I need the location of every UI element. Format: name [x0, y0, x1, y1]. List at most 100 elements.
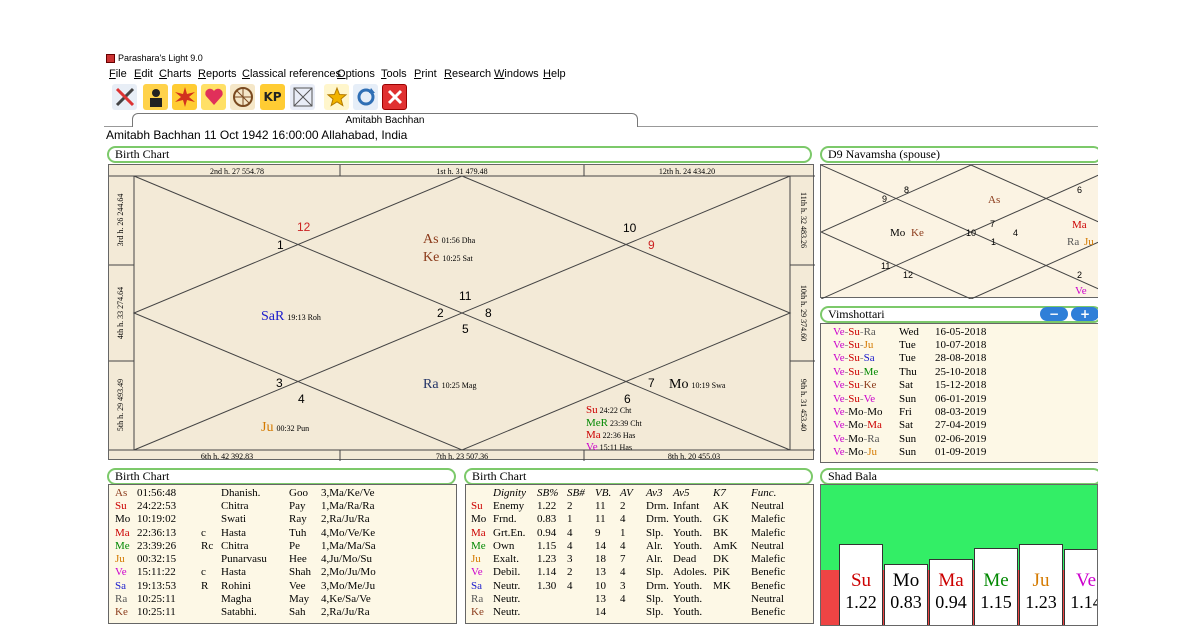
- dasha-lord: Ve: [833, 406, 845, 419]
- dasha-lord: Mo: [848, 419, 864, 432]
- sign-number: 7: [648, 376, 655, 390]
- grid-chart-icon[interactable]: [290, 84, 315, 110]
- menu-options[interactable]: Options: [337, 68, 375, 80]
- table-cell: Rohini: [221, 579, 251, 592]
- table-cell: AV: [620, 486, 633, 499]
- table-cell: Pay: [289, 499, 306, 512]
- dasha-lords: Ve-Su-Ke: [833, 379, 899, 392]
- sign-number: 6: [624, 392, 631, 406]
- dasha-row[interactable]: Ve-Su-Ve Sun 06-01-2019: [833, 392, 1015, 405]
- position-row[interactable]: Sa 19:13:53 R Rohini Vee 3,Mo/Me/Ju: [115, 579, 411, 592]
- table-cell: Drm.: [646, 499, 669, 512]
- nav-sign-number: 4: [1013, 228, 1018, 238]
- close-icon[interactable]: [382, 84, 407, 110]
- dignity-row[interactable]: Me Own 1.15 4 14 4 Alr. Youth. AmK Neutral: [471, 539, 791, 552]
- table-cell: 14: [595, 539, 606, 552]
- table-cell: Malefic: [751, 526, 786, 539]
- position-row[interactable]: Ra 10:25:11 Magha May 4,Ke/Sa/Ve: [115, 592, 411, 605]
- dasha-row[interactable]: Ve-Su-Ke Sat 15-12-2018: [833, 379, 1015, 392]
- vimshottari-header: Vimshottari − +: [820, 306, 1098, 323]
- table-cell: 4,Ju/Mo/Su: [321, 553, 373, 566]
- position-row[interactable]: Ke 10:25:11 Satabhi. Sah 2,Ra/Ju/Ra: [115, 606, 411, 619]
- dignity-row[interactable]: Su Enemy 1.22 2 11 2 Drm. Infant AK Neutral: [471, 499, 791, 512]
- planet-ma: Ma 22:36 Has: [586, 429, 635, 441]
- position-row[interactable]: Su 24:22:53 Chitra Pay 1,Ma/Ra/Ra: [115, 499, 411, 512]
- table-cell: 3,Mo/Me/Ju: [321, 579, 376, 592]
- dignity-row[interactable]: Ju Exalt. 1.23 3 18 7 Alr. Dead DK Malefic: [471, 552, 791, 565]
- table-cell: Chitra: [221, 499, 249, 512]
- position-row[interactable]: Ve 15:11:22 c Hasta Shah 2,Mo/Ju/Mo: [115, 566, 411, 579]
- position-row[interactable]: As 01:56:48 Dhanish. Goo 3,Ma/Ke/Ve: [115, 486, 411, 499]
- menu-research[interactable]: Research: [444, 68, 491, 80]
- nav-sign-number: 8: [904, 185, 909, 195]
- table-cell: GK: [713, 513, 729, 526]
- menu-charts[interactable]: Charts: [159, 68, 191, 80]
- menu-print[interactable]: Print: [414, 68, 437, 80]
- app-icon: [106, 54, 115, 63]
- table-cell: MK: [713, 579, 731, 592]
- dasha-row[interactable]: Ve-Su-Me Thu 25-10-2018: [833, 365, 1015, 378]
- tab-amitabh-bachhan[interactable]: Amitabh Bachhan: [132, 113, 638, 127]
- dasha-lord: Mo: [867, 406, 883, 419]
- position-row[interactable]: Ma 22:36:13 c Hasta Tuh 4,Mo/Ve/Ke: [115, 526, 411, 539]
- menu-classical-references[interactable]: Classical references: [242, 68, 341, 80]
- dasha-row[interactable]: Ve-Mo-Ma Sat 27-04-2019: [833, 419, 1015, 432]
- tools-icon[interactable]: [112, 84, 137, 110]
- table-cell: Ra: [471, 593, 484, 606]
- table-cell: 4: [567, 539, 573, 552]
- table-cell: c: [201, 526, 206, 539]
- dignity-row[interactable]: Sa Neutr. 1.30 4 10 3 Drm. Youth. MK Benefic: [471, 579, 791, 592]
- position-row[interactable]: Mo 10:19:02 Swati Ray 2,Ra/Ju/Ra: [115, 513, 411, 526]
- dasha-row[interactable]: Ve-Su-Sa Tue 28-08-2018: [833, 352, 1015, 365]
- dignity-table: Dignity SB% SB# VB. AV Av3 Av5 K7 Func. Su Enemy 1.…: [471, 486, 791, 619]
- menu-reports[interactable]: Reports: [198, 68, 237, 80]
- wheel-chart-icon[interactable]: [230, 84, 255, 110]
- dasha-lord: Sa: [863, 352, 875, 365]
- table-cell: 10: [595, 579, 606, 592]
- birth-chart-panel: 2nd h. 27 554.78 1st h. 31 479.48 12th h…: [108, 164, 815, 461]
- vimshottari-title: Vimshottari: [828, 307, 885, 321]
- dignity-row[interactable]: Mo Frnd. 0.83 1 11 4 Drm. Youth. GK Malefic: [471, 513, 791, 526]
- expand-button[interactable]: +: [1071, 307, 1098, 321]
- table-cell: [567, 606, 595, 619]
- table-cell: Sa: [115, 579, 126, 592]
- dasha-lord: Mo: [848, 432, 864, 445]
- table-cell: 28-08-2018: [935, 352, 987, 365]
- table-cell: Exalt.: [493, 553, 519, 566]
- menu-tools[interactable]: Tools: [381, 68, 407, 80]
- shadbala-bar-name: Su: [850, 569, 872, 591]
- table-cell: Enemy: [493, 499, 525, 512]
- dignity-row[interactable]: Ma Grt.En. 0.94 4 9 1 Slp. Youth. BK Malefic: [471, 526, 791, 539]
- star-icon[interactable]: [324, 84, 349, 110]
- shadbala-bar-ju: Ju 1.23: [1019, 543, 1063, 625]
- person-icon[interactable]: [143, 84, 168, 110]
- refresh-icon[interactable]: [353, 84, 378, 110]
- dasha-row[interactable]: Ve-Mo-Ju Sun 01-09-2019: [833, 446, 1015, 459]
- dasha-row[interactable]: Ve-Mo-Ra Sun 02-06-2019: [833, 432, 1015, 445]
- menu-help[interactable]: Help: [543, 68, 566, 80]
- table-cell: 1,Ma/Ra/Ra: [321, 499, 375, 512]
- dignity-row[interactable]: Ve Debil. 1.14 2 13 4 Slp. Adoles. PiK Benefic: [471, 566, 791, 579]
- planet-sa: SaR 19:13 Roh: [261, 309, 321, 324]
- menu-edit[interactable]: Edit: [134, 68, 153, 80]
- table-cell: Youth.: [673, 513, 703, 526]
- position-row[interactable]: Ju 00:32:15 Punarvasu Hee 4,Ju/Mo/Su: [115, 552, 411, 565]
- position-row[interactable]: Me 23:39:26 Rc Chitra Pe 1,Ma/Ma/Sa: [115, 539, 411, 552]
- menu-file[interactable]: File: [109, 68, 127, 80]
- kp-button[interactable]: KP: [260, 84, 285, 110]
- table-cell: Ma: [471, 526, 486, 539]
- sun-burst-icon[interactable]: [172, 84, 197, 110]
- heart-icon[interactable]: [201, 84, 226, 110]
- house-8-label: 8th h. 20 455.03: [668, 452, 720, 461]
- dasha-lord: Mo: [848, 406, 864, 419]
- dignity-row[interactable]: Ke Neutr. 14 Slp. Youth. Benefic: [471, 606, 791, 619]
- table-cell: Av3: [646, 486, 663, 499]
- table-cell: Ray: [289, 513, 307, 526]
- dignity-row[interactable]: Ra Neutr. 13 4 Slp. Youth. Neutral: [471, 592, 791, 605]
- birth-chart-header: Birth Chart: [107, 146, 812, 163]
- dasha-row[interactable]: Ve-Su-Ju Tue 10-07-2018: [833, 338, 1015, 351]
- dasha-row[interactable]: Ve-Su-Ra Wed 16-05-2018: [833, 325, 1015, 338]
- dasha-row[interactable]: Ve-Mo-Mo Fri 08-03-2019: [833, 405, 1015, 418]
- collapse-button[interactable]: −: [1040, 307, 1068, 321]
- menu-windows[interactable]: Windows: [494, 68, 539, 80]
